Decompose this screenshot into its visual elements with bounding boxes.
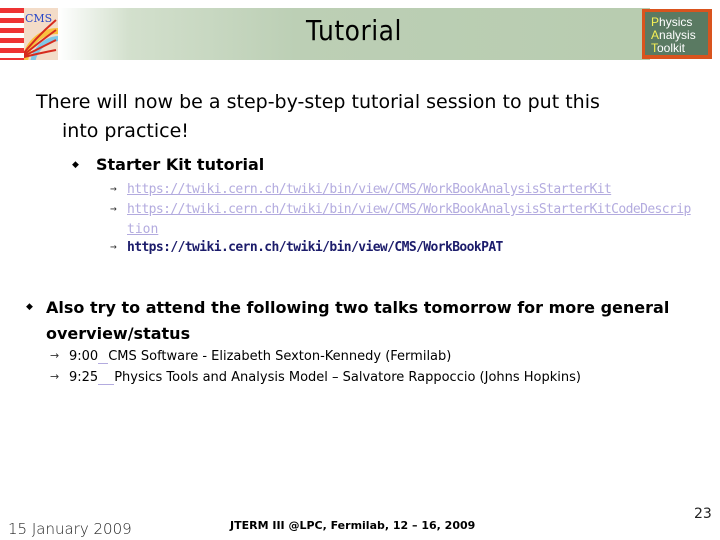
pat-logo-line: Toolkit	[651, 42, 708, 55]
pat-word: nalysis	[659, 28, 696, 42]
physics-analysis-toolkit-logo: Physics Analysis Toolkit	[642, 9, 712, 59]
link-underline-gap[interactable]	[98, 351, 109, 364]
arrow-right-icon: →	[50, 349, 60, 362]
pat-word: oolkit	[657, 41, 686, 55]
pat-word: hysics	[659, 15, 693, 29]
pat-initial: P	[651, 15, 660, 29]
intro-line-2: into practice!	[62, 120, 189, 142]
talk-time: 9:25	[69, 370, 99, 385]
diamond-bullet-icon: ◆	[72, 160, 79, 170]
arrow-right-icon: →	[110, 240, 117, 253]
talks-heading: Also try to attend the following two tal…	[46, 295, 696, 347]
link-underline-gap[interactable]	[98, 372, 115, 385]
link-row: → https://twiki.cern.ch/twiki/bin/view/C…	[110, 182, 612, 197]
starter-kit-code-description-link[interactable]: https://twiki.cern.ch/twiki/bin/view/CMS…	[127, 202, 691, 217]
starter-kit-code-description-link-continuation[interactable]: tion	[127, 222, 158, 237]
arrow-right-icon: →	[110, 182, 117, 195]
cms-logo: CMS	[0, 8, 58, 60]
pat-initial: A	[651, 28, 660, 42]
intro-line-1: There will now be a step-by-step tutoria…	[36, 91, 600, 113]
workbook-pat-link[interactable]: https://twiki.cern.ch/twiki/bin/view/CMS…	[127, 240, 503, 255]
talk-item: → 9:25 Physics Tools and Analysis Model –…	[50, 370, 581, 385]
page-number: 23	[694, 506, 712, 522]
footer-event: JTERM III @LPC, Fermilab, 12 – 16, 2009	[230, 519, 476, 532]
arrow-right-icon: →	[50, 370, 60, 383]
talk-item: → 9:00 CMS Software - Elizabeth Sexton-Ke…	[50, 349, 451, 364]
cms-logo-text: CMS	[25, 12, 53, 25]
footer-date: 15 January 2009	[8, 520, 132, 538]
link-row: → https://twiki.cern.ch/twiki/bin/view/C…	[110, 240, 503, 255]
talk-time: 9:00	[69, 349, 99, 364]
us-flag-stripes	[0, 8, 24, 60]
slide-title: Tutorial	[306, 14, 402, 47]
talks-heading-line-2: overview/status	[46, 324, 191, 343]
link-row: → https://twiki.cern.ch/twiki/bin/view/C…	[110, 202, 691, 217]
arrow-right-icon: →	[110, 202, 117, 215]
starter-kit-heading: Starter Kit tutorial	[96, 155, 265, 174]
title-banner: Tutorial	[58, 8, 650, 60]
talks-heading-line-1: Also try to attend the following two tal…	[46, 298, 670, 317]
talk-description: CMS Software - Elizabeth Sexton-Kennedy …	[108, 349, 452, 364]
starter-kit-link[interactable]: https://twiki.cern.ch/twiki/bin/view/CMS…	[127, 182, 612, 197]
diamond-bullet-icon: ◆	[26, 302, 33, 312]
intro-paragraph: There will now be a step-by-step tutoria…	[36, 88, 706, 146]
talk-description: Physics Tools and Analysis Model – Salva…	[114, 370, 581, 385]
